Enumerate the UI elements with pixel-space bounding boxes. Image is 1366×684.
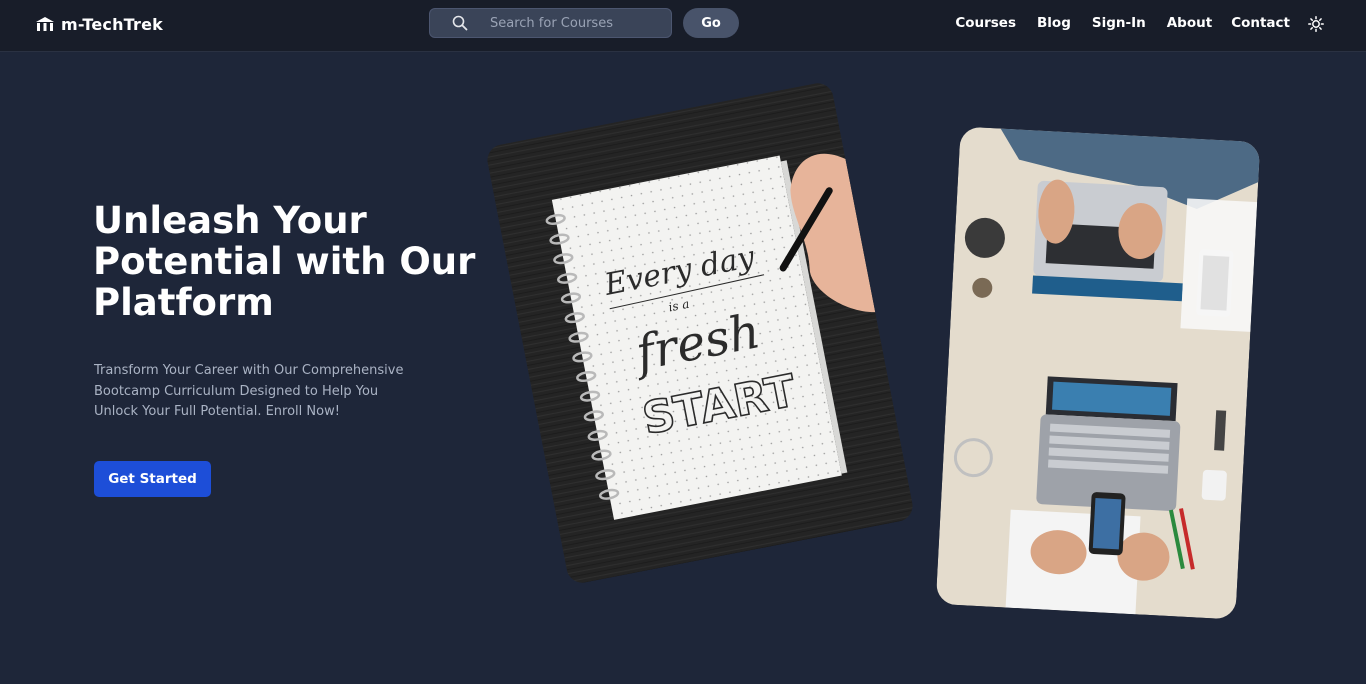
go-button[interactable]: Go — [683, 8, 739, 38]
sun-icon[interactable] — [1308, 16, 1324, 32]
brand-name: m-TechTrek — [61, 14, 164, 34]
nav-link-courses[interactable]: Courses — [955, 15, 1016, 31]
building-columns-icon — [36, 17, 54, 31]
notebook-image: Every day is a fresh START — [484, 80, 916, 586]
search-box — [429, 8, 672, 38]
nav-link-about[interactable]: About — [1167, 15, 1212, 31]
search-icon — [452, 15, 468, 31]
nav-links: Courses Blog Sign-In About Contact — [955, 15, 1290, 31]
navbar: m-TechTrek Go Courses Blog Sign-In About… — [0, 0, 1366, 52]
get-started-button[interactable]: Get Started — [94, 461, 211, 497]
nav-link-sign-in[interactable]: Sign-In — [1092, 15, 1146, 31]
nav-link-contact[interactable]: Contact — [1231, 15, 1290, 31]
hero-title: Unleash Your Potential with Our Platform — [93, 199, 476, 324]
nav-link-blog[interactable]: Blog — [1037, 15, 1071, 31]
desk-image — [935, 126, 1261, 620]
search-input[interactable] — [490, 9, 665, 37]
brand-link[interactable]: m-TechTrek — [35, 13, 163, 35]
hero-subtitle: Transform Your Career with Our Comprehen… — [94, 363, 404, 419]
